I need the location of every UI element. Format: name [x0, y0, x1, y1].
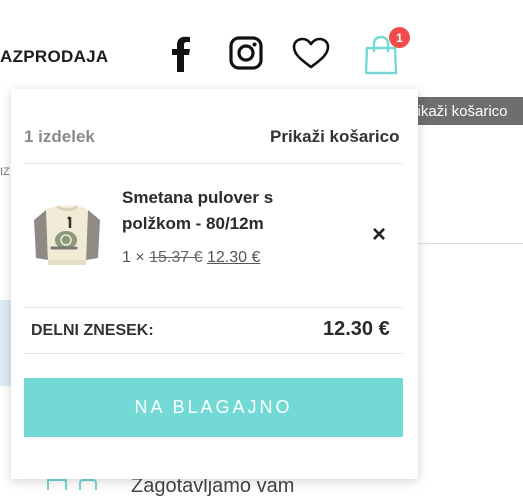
instagram-icon[interactable] [229, 36, 263, 70]
view-cart-link[interactable]: Prikaži košarico [270, 127, 399, 147]
cart-count-badge: 1 [389, 27, 410, 48]
nav-link-razprodaja[interactable]: AZPRODAJA [0, 47, 109, 67]
facebook-icon[interactable] [163, 34, 199, 72]
subtotal-label: DELNI ZNESEK: [31, 322, 154, 339]
product-thumbnail[interactable] [30, 198, 104, 270]
cart-item-count: 1 izdelek [24, 127, 95, 146]
subtotal-value: 12.30 € [323, 318, 390, 340]
background-divider [418, 243, 523, 244]
divider [24, 163, 403, 164]
divider [24, 307, 403, 308]
background-edge-text: IZ [0, 166, 10, 178]
checkout-button[interactable]: NA BLAGAJNO [24, 378, 403, 437]
heart-icon[interactable] [291, 36, 331, 70]
divider [24, 353, 403, 354]
sale-price: 12.30 € [206, 249, 261, 266]
shipping-icon [47, 479, 97, 490]
old-price: 15.37 € [149, 249, 203, 266]
remove-item-icon[interactable]: × [368, 223, 390, 247]
product-name-link[interactable]: Smetana pulover s polžkom - 80/12m [122, 185, 322, 237]
quantity-prefix: 1 × [122, 249, 145, 266]
product-quantity-price: 1 × 15.37 € 12.30 € [122, 249, 260, 267]
background-panel [0, 300, 11, 386]
